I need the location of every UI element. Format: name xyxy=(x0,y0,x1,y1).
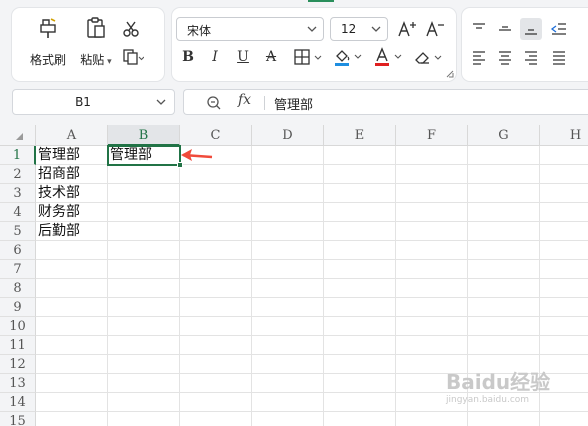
active-tab-indicator xyxy=(308,0,334,2)
font-color-button[interactable] xyxy=(372,46,406,68)
ribbon: 格式刷 粘贴 ▾ 宋体 12 B I U A xyxy=(0,0,588,88)
decrease-font-size-button[interactable] xyxy=(424,18,446,40)
paste-label: 粘贴 xyxy=(80,53,105,67)
font-grow-icon xyxy=(398,21,416,37)
align-middle-button[interactable] xyxy=(494,18,516,40)
cell-a3[interactable]: 技术部 xyxy=(36,184,108,203)
row-header-5[interactable]: 5 xyxy=(0,222,36,241)
cell-a5[interactable]: 后勤部 xyxy=(36,222,108,241)
insert-function-button[interactable]: fx xyxy=(238,92,251,108)
strikethrough-button[interactable]: A xyxy=(263,46,279,68)
italic-button[interactable]: I xyxy=(207,46,223,68)
column-header-c[interactable]: C xyxy=(180,125,252,146)
align-left-icon xyxy=(473,51,485,65)
formula-input[interactable]: fx 管理部 xyxy=(183,89,588,115)
watermark-url: jingyan.baidu.com xyxy=(446,395,530,405)
formula-separator xyxy=(264,96,265,110)
row-header-10[interactable]: 10 xyxy=(0,317,36,336)
border-button[interactable] xyxy=(292,46,326,68)
paste-dropdown-icon[interactable]: ▾ xyxy=(104,57,112,67)
align-top-button[interactable] xyxy=(468,18,490,40)
select-all-icon xyxy=(16,133,23,140)
bold-button[interactable]: B xyxy=(180,46,196,68)
row-header-7[interactable]: 7 xyxy=(0,260,36,279)
font-name-value: 宋体 xyxy=(187,24,212,38)
cut-button[interactable] xyxy=(120,18,142,40)
formula-bar: B1 fx 管理部 xyxy=(0,88,588,124)
align-right-button[interactable] xyxy=(520,46,542,68)
chevron-down-icon[interactable] xyxy=(156,99,166,106)
name-box[interactable]: B1 xyxy=(12,89,175,115)
select-all-button[interactable] xyxy=(0,125,36,146)
clear-format-button[interactable] xyxy=(412,46,446,68)
align-top-icon xyxy=(473,23,485,29)
selected-cell-border xyxy=(107,145,181,166)
column-header-d[interactable]: D xyxy=(252,125,324,146)
format-painter-label: 格式刷 xyxy=(29,53,66,67)
cell-a1[interactable]: 管理部 xyxy=(36,146,108,165)
row-header-12[interactable]: 12 xyxy=(0,355,36,374)
align-center-icon xyxy=(499,51,511,65)
align-left-button[interactable] xyxy=(468,46,490,68)
column-header-b[interactable]: B xyxy=(108,125,180,146)
chevron-down-icon xyxy=(307,26,317,32)
copy-button[interactable] xyxy=(122,46,144,68)
paste-button[interactable]: 粘贴 ▾ xyxy=(76,10,116,68)
paint-bucket-icon xyxy=(335,50,362,66)
column-header-h[interactable]: H xyxy=(540,125,588,146)
cell-a2[interactable]: 招商部 xyxy=(36,165,108,184)
align-bottom-button[interactable] xyxy=(520,18,542,40)
format-painter-button[interactable]: 格式刷 xyxy=(26,10,70,68)
chevron-down-icon xyxy=(371,26,381,32)
font-color-icon xyxy=(375,47,402,66)
column-header-g[interactable]: G xyxy=(468,125,540,146)
border-icon xyxy=(294,49,322,65)
row-header-15[interactable]: 15 xyxy=(0,412,36,426)
font-dialog-launcher-icon[interactable] xyxy=(446,70,454,78)
justify-icon xyxy=(553,51,565,65)
watermark-title: Baidu经验 xyxy=(446,370,551,394)
spreadsheet-window: 格式刷 粘贴 ▾ 宋体 12 B I U A B1 fx 管理部 A B C D… xyxy=(0,0,588,426)
align-middle-icon xyxy=(499,26,511,31)
zoom-icon[interactable] xyxy=(206,95,222,111)
copy-icon xyxy=(123,49,144,65)
decrease-indent-button[interactable] xyxy=(548,18,570,40)
row-header-4[interactable]: 4 xyxy=(0,203,36,222)
outdent-icon xyxy=(550,23,566,35)
name-box-value: B1 xyxy=(75,95,91,109)
paste-icon xyxy=(87,17,105,38)
baidu-watermark: Baidu经验 jingyan.baidu.com xyxy=(446,366,550,405)
row-header-11[interactable]: 11 xyxy=(0,336,36,355)
font-size-select[interactable]: 12 xyxy=(330,17,388,41)
eraser-icon xyxy=(415,52,442,64)
column-header-f[interactable]: F xyxy=(396,125,468,146)
column-header-a[interactable]: A xyxy=(36,125,108,146)
fill-color-button[interactable] xyxy=(332,46,366,68)
column-header-e[interactable]: E xyxy=(324,125,396,146)
row-header-1[interactable]: 1 xyxy=(0,146,36,165)
align-right-icon xyxy=(525,51,537,65)
formula-value: 管理部 xyxy=(274,98,314,113)
row-header-9[interactable]: 9 xyxy=(0,298,36,317)
cell-a4[interactable]: 财务部 xyxy=(36,203,108,222)
row-header-2[interactable]: 2 xyxy=(0,165,36,184)
increase-font-size-button[interactable] xyxy=(396,18,418,40)
scissors-icon xyxy=(123,21,139,37)
row-header-8[interactable]: 8 xyxy=(0,279,36,298)
font-name-select[interactable]: 宋体 xyxy=(176,17,324,41)
row-header-14[interactable]: 14 xyxy=(0,393,36,412)
font-shrink-icon xyxy=(426,21,444,37)
row-header-3[interactable]: 3 xyxy=(0,184,36,203)
brush-icon xyxy=(40,18,56,38)
row-header-6[interactable]: 6 xyxy=(0,241,36,260)
underline-button[interactable]: U xyxy=(235,46,251,68)
font-size-value: 12 xyxy=(341,22,357,36)
align-center-button[interactable] xyxy=(494,46,516,68)
row-header-13[interactable]: 13 xyxy=(0,374,36,393)
align-bottom-icon xyxy=(525,29,537,35)
annotation-arrow-icon xyxy=(181,149,213,161)
justify-button[interactable] xyxy=(548,46,570,68)
